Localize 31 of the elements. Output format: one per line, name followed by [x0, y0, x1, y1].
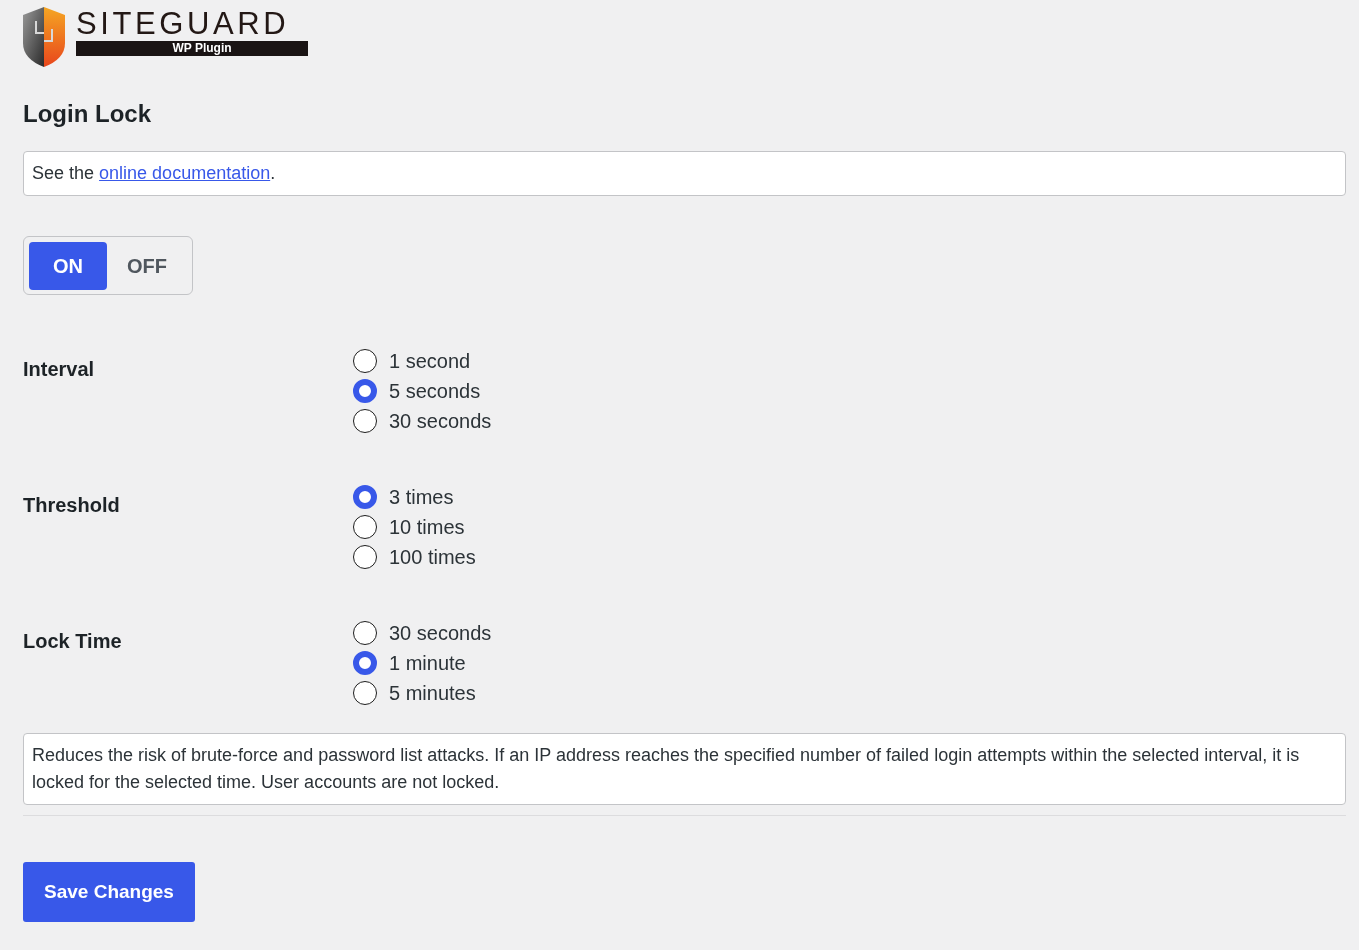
- shield-logo-icon: [23, 7, 65, 67]
- option-label: 5 minutes: [389, 681, 476, 706]
- option-label: 10 times: [389, 515, 465, 540]
- notice-text: See the online documentation.: [32, 162, 276, 185]
- option-label: 30 seconds: [389, 621, 492, 646]
- option-label: 5 seconds: [389, 379, 481, 404]
- radio-button[interactable]: [353, 681, 377, 705]
- radio-button[interactable]: [353, 515, 377, 539]
- option-label: 1 second: [389, 349, 471, 374]
- radio-button[interactable]: [353, 379, 377, 403]
- option-label: 30 seconds: [389, 409, 492, 434]
- radio-button[interactable]: [353, 485, 377, 509]
- save-button[interactable]: Save Changes: [23, 862, 195, 922]
- page-title: Login Lock: [23, 99, 151, 129]
- option-label: 3 times: [389, 485, 454, 510]
- logo-wordmark: SITEGUARD: [76, 7, 291, 41]
- toggle-option[interactable]: ON: [29, 241, 107, 290]
- toggle-option[interactable]: OFF: [108, 241, 186, 290]
- setting-label: Interval: [23, 358, 95, 380]
- description-text: Reduces the risk of brute-force and password list attacks. If an IP address reaches the specified number of failed login attempts within the selected interval, it is locked for the selected time. User accounts are not locked.: [32, 744, 1301, 794]
- radio-button[interactable]: [353, 545, 377, 569]
- logo-tagline: WP Plugin: [76, 41, 308, 56]
- radio-button[interactable]: [353, 349, 377, 373]
- option-label: 1 minute: [389, 651, 466, 676]
- setting-label: Threshold: [23, 494, 120, 516]
- radio-button[interactable]: [353, 651, 377, 675]
- documentation-link[interactable]: online documentation: [99, 163, 271, 183]
- option-label: 100 times: [389, 545, 476, 570]
- setting-label: Lock Time: [23, 630, 122, 652]
- radio-button[interactable]: [353, 409, 377, 433]
- radio-button[interactable]: [353, 621, 377, 645]
